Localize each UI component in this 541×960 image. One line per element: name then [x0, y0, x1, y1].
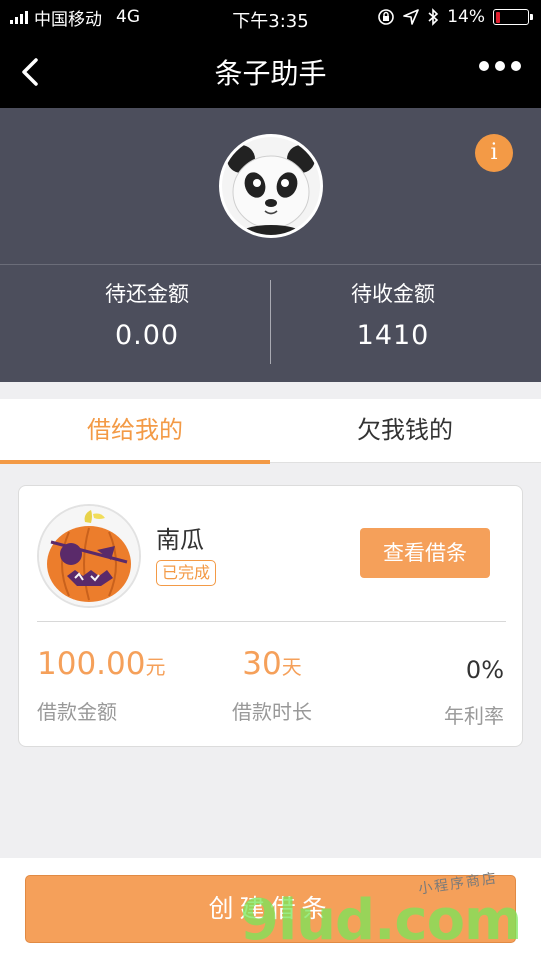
- view-iou-button[interactable]: 查看借条: [360, 528, 490, 578]
- pending-receive-label: 待收金额: [351, 282, 435, 306]
- user-avatar[interactable]: [219, 134, 323, 238]
- more-dots-icon[interactable]: [479, 61, 521, 71]
- annual-rate-metric: 0% 年利率: [444, 646, 504, 729]
- panda-avatar-icon: [222, 137, 320, 235]
- status-right: 14%: [377, 0, 533, 34]
- loan-duration-value-row: 30天: [227, 646, 317, 682]
- battery-percent: 14%: [447, 7, 485, 27]
- tab-lent-to-me[interactable]: 借给我的: [0, 399, 270, 464]
- pending-repay-value: 0.00: [114, 320, 180, 351]
- pending-receive-value: 1410: [356, 320, 430, 351]
- account-summary-panel: i 待还金额 0.00 待收金额 1410: [0, 108, 541, 382]
- borrower-avatar: [37, 504, 141, 608]
- create-iou-button[interactable]: 创建借条: [25, 875, 516, 943]
- active-tab-indicator: [0, 460, 270, 464]
- borrower-name: 南瓜: [156, 526, 204, 554]
- annual-rate-label: 年利率: [444, 704, 504, 728]
- loan-amount-unit: 元: [145, 655, 166, 679]
- header-divider: [0, 264, 541, 265]
- status-bar: 中国移动 4G 下午3:35 14%: [0, 0, 541, 34]
- tab-lent-to-me-label: 借给我的: [87, 416, 183, 444]
- loan-duration-unit: 天: [281, 655, 302, 679]
- status-badge: 已完成: [156, 560, 217, 586]
- battery-level: [495, 11, 500, 23]
- loan-duration-label: 借款时长: [232, 700, 312, 724]
- nav-bar: 条子助手: [0, 34, 541, 108]
- battery-icon: [493, 9, 533, 25]
- tab-owe-me-label: 欠我钱的: [357, 416, 453, 444]
- location-icon: [403, 9, 420, 25]
- loan-amount-value: 100.00: [37, 646, 146, 682]
- annual-rate-value: 0%: [465, 656, 504, 684]
- pending-repay-stat: 待还金额 0.00: [12, 278, 282, 351]
- loan-duration-metric: 30天 借款时长: [227, 646, 317, 725]
- loan-amount-metric: 100.00元 借款金额: [37, 646, 165, 725]
- card-divider: [37, 621, 506, 622]
- loan-amount-label: 借款金额: [37, 700, 117, 724]
- bottom-bar: 创建借条: [0, 858, 541, 960]
- pumpkin-avatar-icon: [39, 506, 139, 606]
- page-title: 条子助手: [214, 57, 327, 90]
- orientation-lock-icon: [378, 9, 395, 25]
- pending-repay-label: 待还金额: [105, 282, 189, 306]
- info-button[interactable]: i: [475, 134, 513, 172]
- loan-card[interactable]: 南瓜 已完成 查看借条 100.00元 借款金额 30天 借款时长 0% 年利率: [18, 485, 523, 747]
- tab-bar: 借给我的 欠我钱的: [0, 399, 541, 464]
- pending-receive-stat: 待收金额 1410: [258, 278, 528, 351]
- loan-amount-value-row: 100.00元: [37, 646, 165, 682]
- tab-owe-me[interactable]: 欠我钱的: [270, 399, 540, 463]
- bluetooth-icon: [428, 8, 439, 26]
- loan-duration-value: 30: [242, 646, 282, 682]
